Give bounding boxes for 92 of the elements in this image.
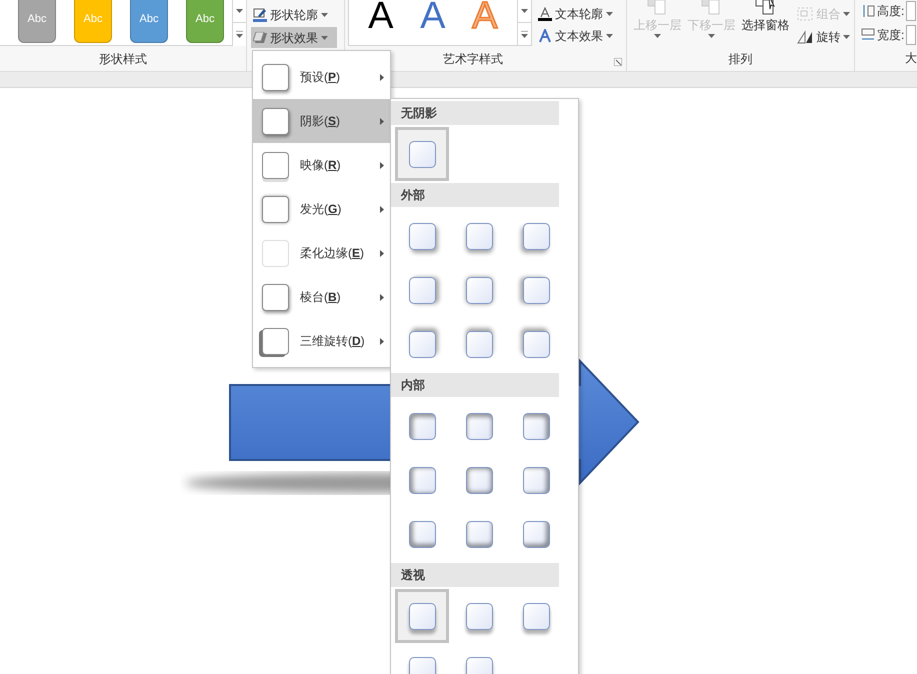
shape-effect-icon xyxy=(253,32,267,44)
shadow-preview-icon xyxy=(466,602,492,630)
effect-preview-icon xyxy=(262,240,289,266)
menu-item[interactable]: 映像(R) xyxy=(253,143,390,187)
ribbon-button[interactable]: 选择窗格 xyxy=(739,0,792,46)
ribbon-button[interactable]: 形状效果 xyxy=(251,27,337,48)
shadow-preview-icon xyxy=(522,222,550,250)
effect-preview-icon xyxy=(262,328,289,354)
height-icon xyxy=(861,4,875,18)
submenu-arrow-icon xyxy=(380,294,384,300)
shadow-preview-icon xyxy=(408,222,436,250)
shadow-preview-icon xyxy=(522,412,550,440)
shadow-preview-icon xyxy=(408,140,436,168)
expand-icon xyxy=(520,30,528,38)
menu-item[interactable]: 阴影(S) xyxy=(253,99,390,143)
effect-preview-icon xyxy=(262,196,289,222)
menu-item[interactable]: 棱台(B) xyxy=(253,275,390,319)
group-label: 排列 xyxy=(728,51,753,68)
submenu-arrow-icon xyxy=(380,338,384,344)
group-icon xyxy=(797,6,814,20)
menu-item-label: 三维旋转(D) xyxy=(300,333,365,350)
section-header: 外部 xyxy=(391,183,559,207)
caret-icon xyxy=(708,34,715,38)
caret-icon xyxy=(843,34,850,38)
shadow-option[interactable] xyxy=(395,127,449,181)
field-label: 宽度: xyxy=(877,27,904,44)
shadow-preview-icon xyxy=(466,466,492,494)
pen-icon xyxy=(253,8,267,22)
submenu-arrow-icon xyxy=(380,250,384,256)
shadow-preview-icon xyxy=(408,330,436,358)
menu-item-label: 柔化边缘(E) xyxy=(300,245,364,262)
submenu-arrow-icon xyxy=(380,118,384,124)
effect-preview-icon xyxy=(262,108,289,134)
caret-icon xyxy=(654,34,661,38)
menu-item[interactable]: 柔化边缘(E) xyxy=(253,231,390,275)
group-label: 艺术字样式 xyxy=(442,50,503,68)
ribbon-button[interactable]: 文本轮廓 xyxy=(538,4,613,24)
shadow-preview-icon xyxy=(522,466,550,494)
group-label: 大 xyxy=(905,50,917,67)
caret-icon xyxy=(606,12,613,16)
menu-item-label: 棱台(B) xyxy=(300,289,341,306)
section-header: 内部 xyxy=(391,373,559,397)
section-header: 透视 xyxy=(391,563,559,587)
ribbon-button[interactable]: 形状轮廓 xyxy=(251,4,337,25)
width-icon xyxy=(861,28,875,42)
letter-outline-icon xyxy=(538,6,552,21)
ribbon-button[interactable]: 旋转 xyxy=(797,27,850,46)
letter-effect-icon xyxy=(538,29,552,44)
shadow-preview-icon xyxy=(466,520,492,548)
shadow-preview-icon xyxy=(466,412,492,440)
shadow-preview-icon xyxy=(522,520,550,548)
shadow-preview-icon xyxy=(408,602,436,630)
submenu-arrow-icon xyxy=(380,162,384,168)
section-header: 无阴影 xyxy=(391,101,559,125)
menu-item[interactable]: 预设(P) xyxy=(253,55,390,99)
caret-icon xyxy=(843,12,850,16)
shadow-preview-icon xyxy=(522,276,550,304)
shadow-option[interactable] xyxy=(395,589,449,643)
wordart-style[interactable]: A xyxy=(368,0,394,34)
caret-icon xyxy=(321,12,328,16)
caret-icon xyxy=(236,9,243,13)
field-label: 高度: xyxy=(877,3,904,20)
shadow-preview-icon xyxy=(466,222,492,250)
group-label: 形状样式 xyxy=(99,51,147,68)
submenu-arrow-icon xyxy=(380,206,384,212)
input-field[interactable] xyxy=(906,25,916,45)
menu-item[interactable]: 三维旋转(D) xyxy=(253,319,390,363)
wordart-style[interactable]: A xyxy=(420,0,446,34)
menu-item-label: 预设(P) xyxy=(300,69,340,86)
caret-icon xyxy=(606,34,613,38)
menu-item-label: 映像(R) xyxy=(300,157,341,174)
rotate-icon xyxy=(797,30,814,44)
menu-item[interactable]: 发光(G) xyxy=(253,187,390,231)
shadow-preview-icon xyxy=(408,276,436,304)
submenu-arrow-icon xyxy=(380,74,384,80)
effect-preview-icon xyxy=(262,64,289,90)
menu-item-label: 发光(G) xyxy=(300,201,342,218)
caret-icon xyxy=(321,36,328,40)
shadow-preview-icon xyxy=(408,466,436,494)
shadow-preview-icon xyxy=(466,330,492,358)
dialog-launcher-icon[interactable] xyxy=(614,58,622,66)
shadow-preview-icon xyxy=(522,602,550,630)
input-field[interactable] xyxy=(906,1,916,21)
effect-preview-icon xyxy=(262,284,289,310)
menu-item-label: 阴影(S) xyxy=(300,113,340,130)
shadow-preview-icon xyxy=(466,276,492,304)
ribbon-button[interactable]: 文本效果 xyxy=(538,26,613,46)
caret-icon xyxy=(520,9,528,13)
shadow-preview-icon xyxy=(408,520,436,548)
expand-icon xyxy=(236,30,243,38)
shadow-preview-icon xyxy=(408,412,436,440)
shadow-preview-icon xyxy=(522,330,550,358)
